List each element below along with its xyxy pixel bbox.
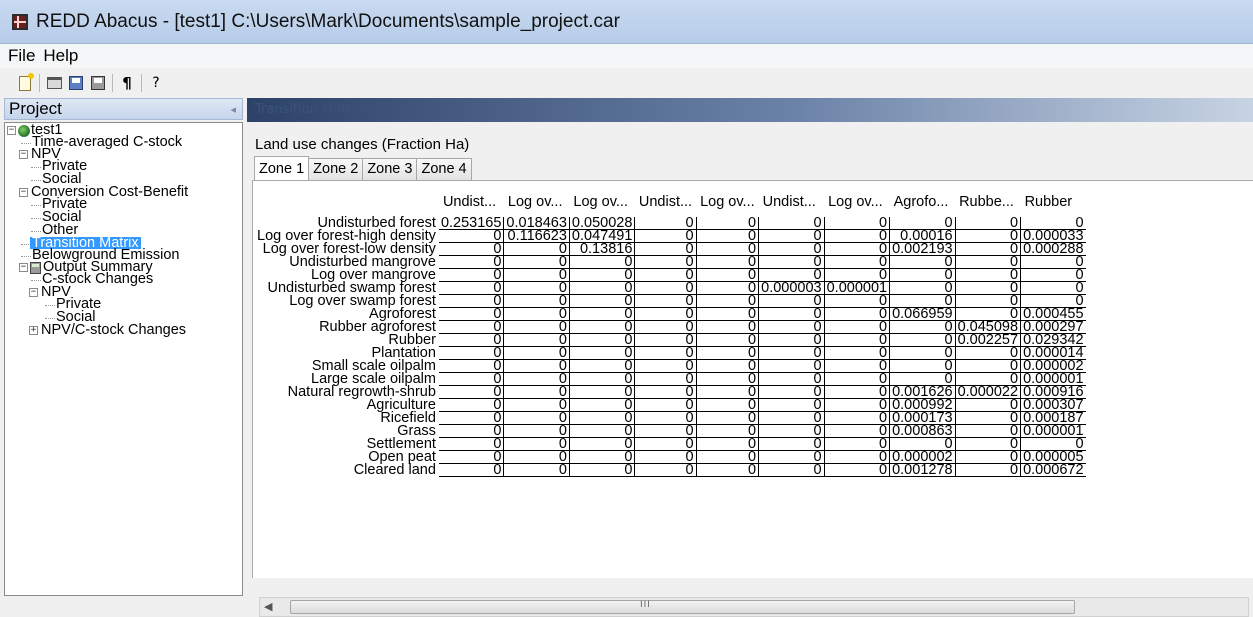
tree-connector xyxy=(31,280,41,281)
save-icon xyxy=(69,76,83,90)
section-label: Land use changes (Fraction Ha) xyxy=(255,136,470,153)
collapse-icon[interactable]: − xyxy=(29,288,38,297)
table-cell[interactable]: 0 xyxy=(824,463,891,477)
window-title: REDD Abacus - [test1] C:\Users\Mark\Docu… xyxy=(36,10,620,32)
main-panel-header: Transition Matrix xyxy=(247,98,1253,122)
table-cell[interactable]: 0 xyxy=(438,463,505,477)
table-cell[interactable]: 0 xyxy=(696,463,760,477)
column-header[interactable]: Rubber xyxy=(1021,187,1086,217)
tree-item[interactable]: Private xyxy=(5,197,242,212)
table-cell[interactable]: 0 xyxy=(569,463,636,477)
tree-connector xyxy=(31,231,41,232)
pin-icon[interactable]: ◂ xyxy=(230,103,236,116)
table-corner xyxy=(255,187,439,217)
transition-matrix-view: Land use changes (Fraction Ha) Zone 1 Zon… xyxy=(247,124,1253,617)
column-header[interactable]: Log ov... xyxy=(569,187,634,217)
tree-connector xyxy=(31,205,41,206)
project-panel-title: Project xyxy=(9,99,62,118)
tree-item-label: NPV/C-stock Changes xyxy=(41,322,187,338)
title-bar: REDD Abacus - [test1] C:\Users\Mark\Docu… xyxy=(0,0,1253,44)
collapse-icon[interactable]: − xyxy=(19,263,28,272)
save-button[interactable] xyxy=(67,74,85,92)
tree-item[interactable]: − Conversion Cost-Benefit xyxy=(5,185,242,199)
scrollbar-thumb[interactable] xyxy=(290,600,1075,614)
tree-connector xyxy=(31,180,41,181)
tab-zone-1[interactable]: Zone 1 xyxy=(254,156,310,180)
expand-icon[interactable]: + xyxy=(29,326,38,335)
table-cell[interactable]: 0.001278 xyxy=(889,463,956,477)
tree-connector xyxy=(31,218,41,219)
tab-zone-2[interactable]: Zone 2 xyxy=(308,158,364,180)
column-header[interactable]: Rubbe... xyxy=(955,187,1020,217)
tab-zone-3[interactable]: Zone 3 xyxy=(362,158,418,180)
column-header[interactable]: Undist... xyxy=(759,187,824,217)
column-header[interactable]: Agrofo... xyxy=(890,187,955,217)
new-file-button[interactable] xyxy=(16,72,34,92)
collapse-icon[interactable]: − xyxy=(7,126,16,135)
tree-item[interactable]: Private xyxy=(5,297,242,312)
table-row: Ricefield 0 0 0 0 0 0 0 0.000173 0 0.000187 xyxy=(255,411,1086,425)
open-folder-icon xyxy=(46,77,62,89)
scrollbar-grip: III xyxy=(640,600,651,610)
calculator-icon xyxy=(30,262,41,274)
column-header[interactable]: Undist... xyxy=(439,187,504,217)
tree-item[interactable]: − NPV xyxy=(5,285,242,299)
help-button[interactable]: ? xyxy=(147,74,165,92)
tree-connector xyxy=(31,167,41,168)
tree-item[interactable]: + NPV/C-stock Changes xyxy=(5,322,242,338)
table-row: Cleared land 0 0 0 0 0 0 0 0.001278 0 0.000672 xyxy=(255,462,1086,478)
tree-item[interactable]: Social xyxy=(5,210,242,225)
row-header: Cleared land xyxy=(353,462,436,478)
help-icon: ? xyxy=(152,75,160,91)
main-panel-title: Transition Matrix xyxy=(255,102,363,117)
paragraph-button[interactable]: ¶ xyxy=(118,74,136,92)
toolbar-separator xyxy=(141,74,142,92)
menu-bar: File Help xyxy=(0,44,1253,68)
zone-tabs: Zone 1 Zone 2 Zone 3 Zone 4 xyxy=(254,156,472,180)
tree-connector xyxy=(21,143,31,144)
column-header[interactable]: Log ov... xyxy=(824,187,889,217)
transition-matrix-table: Undist... Log ov... Log ov... Undist... Log … xyxy=(255,187,1086,477)
tree-item[interactable]: Private xyxy=(5,159,242,174)
tree-connector xyxy=(21,256,31,257)
save-as-button[interactable] xyxy=(89,74,107,92)
collapse-icon[interactable]: − xyxy=(19,188,28,197)
column-header[interactable]: Undist... xyxy=(635,187,696,217)
project-panel-header: Project ◂ xyxy=(4,98,243,120)
app-logo-icon xyxy=(12,13,28,30)
open-button[interactable] xyxy=(45,74,63,92)
scroll-left-icon[interactable]: ◀ xyxy=(264,600,272,613)
new-file-icon xyxy=(19,72,34,91)
horizontal-scrollbar[interactable]: ◀ III xyxy=(259,597,1249,617)
tab-content: Undist... Log ov... Log ov... Undist... Log … xyxy=(252,180,1253,617)
table-cell[interactable]: 0 xyxy=(758,463,825,477)
tab-zone-4[interactable]: Zone 4 xyxy=(416,158,472,180)
tree-connector xyxy=(45,305,55,306)
toolbar-separator xyxy=(112,74,113,92)
table-cell[interactable]: 0 xyxy=(955,463,1022,477)
project-panel: Project ◂ − test1 Time-averaged C-stock − NP… xyxy=(4,98,243,598)
collapse-icon[interactable]: − xyxy=(19,150,28,159)
toolbar-separator xyxy=(39,74,40,92)
table-header-row: Undist... Log ov... Log ov... Undist... Log … xyxy=(255,187,1086,217)
table-cell[interactable]: 0 xyxy=(503,463,570,477)
column-header[interactable]: Log ov... xyxy=(504,187,569,217)
save-as-icon xyxy=(91,76,105,90)
tree-item[interactable]: − NPV xyxy=(5,147,242,161)
tree-connector xyxy=(45,318,55,319)
menu-file[interactable]: File xyxy=(6,46,37,66)
paragraph-icon: ¶ xyxy=(122,73,132,92)
project-tree: − test1 Time-averaged C-stock − NPV Private So… xyxy=(4,122,243,596)
globe-icon xyxy=(18,125,30,137)
toolbar: ¶ ? xyxy=(0,68,1253,98)
table-cell[interactable]: 0.000672 xyxy=(1020,463,1086,477)
table-cell[interactable]: 0 xyxy=(634,463,697,477)
column-header[interactable]: Log ov... xyxy=(696,187,759,217)
menu-help[interactable]: Help xyxy=(41,46,80,66)
